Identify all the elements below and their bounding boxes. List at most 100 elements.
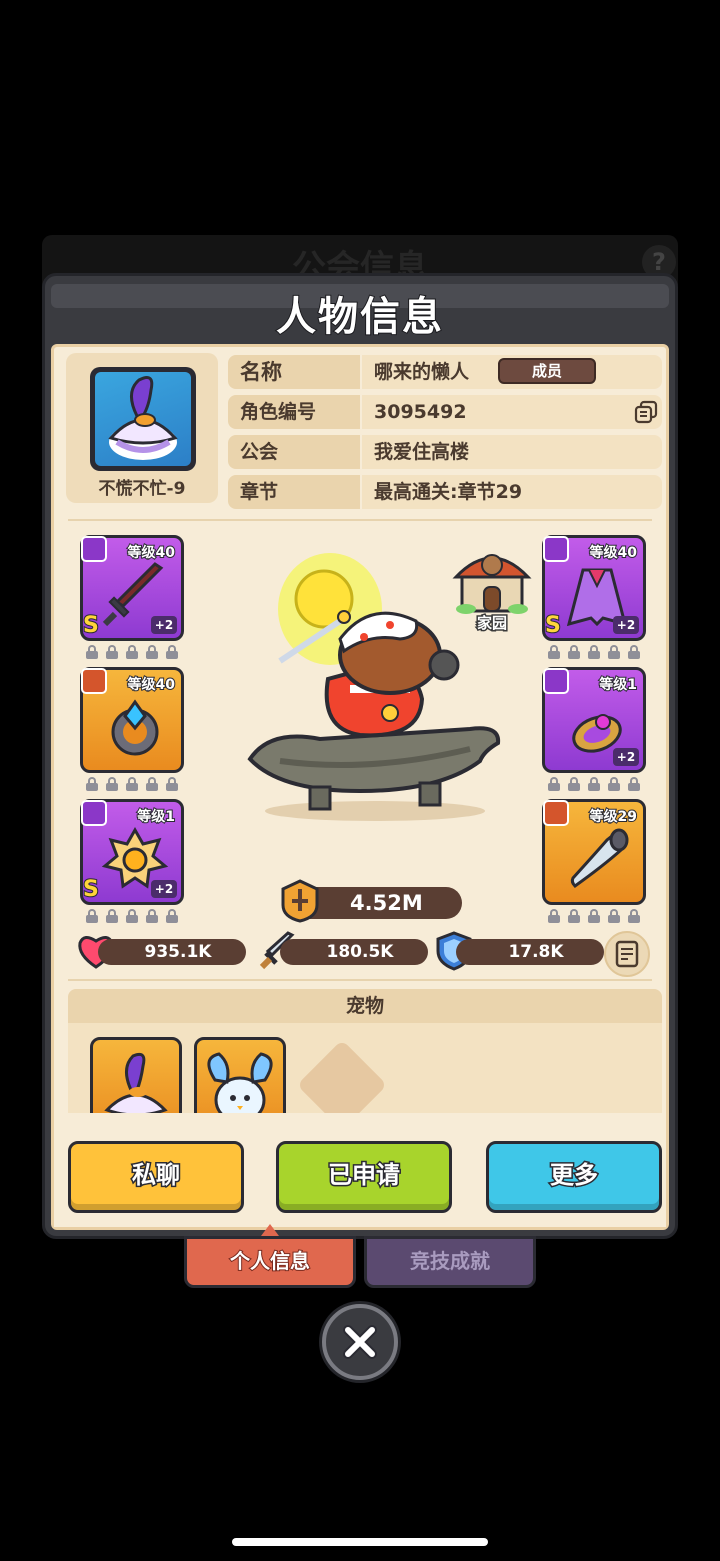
dialog-title: 人物信息 — [275, 293, 444, 341]
equip-horn[interactable]: 等级29 — [542, 799, 646, 905]
more-button[interactable]: 更多 — [486, 1141, 662, 1213]
info-row-name: 名称 哪来的懒人 成员 — [228, 355, 662, 389]
lock-icon — [568, 645, 580, 659]
chapter-label: 章节 — [228, 475, 360, 509]
lock-icon — [166, 777, 178, 791]
id-label: 角色编号 — [228, 395, 360, 429]
equip-level: 等级29 — [589, 808, 639, 826]
attack-value: 180.5K — [280, 939, 428, 965]
lock-icon — [608, 645, 620, 659]
rank-badge: S — [82, 612, 100, 639]
lock-icon — [166, 645, 178, 659]
lock-icon — [628, 645, 640, 659]
lock-icon — [86, 909, 98, 923]
close-icon — [343, 1325, 377, 1359]
sword-slot-icon — [81, 536, 107, 562]
lock-icon — [628, 909, 640, 923]
lock-icon — [548, 777, 560, 791]
horn-slot-icon — [543, 800, 569, 826]
info-row-guild: 公会 我爱住高楼 — [228, 435, 662, 469]
guild-value: 我爱住高楼 — [362, 435, 662, 469]
divider — [68, 519, 652, 521]
profile-info: 名称 哪来的懒人 成员 角色编号 3095492 公会 我爱住高楼 章节 最高通… — [228, 355, 662, 515]
lock-row — [80, 645, 184, 661]
lock-icon — [106, 645, 118, 659]
name-value: 哪来的懒人 成员 — [362, 355, 662, 389]
turban-pet-icon — [104, 1052, 168, 1113]
equip-weapon[interactable]: 等级40 S +2 — [80, 535, 184, 641]
player-name: 哪来的懒人 — [374, 361, 470, 383]
lock-icon — [146, 645, 158, 659]
bird-pet-icon — [207, 1052, 273, 1113]
necklace-slot-icon — [81, 800, 107, 826]
equip-armor[interactable]: 等级40 S +2 — [542, 535, 646, 641]
applied-button[interactable]: 已申请 — [276, 1141, 452, 1213]
dialog-header: 人物信息 — [45, 276, 675, 342]
tab-arena-achievements[interactable]: 竞技成就 — [364, 1236, 536, 1288]
equip-level: 等级40 — [127, 544, 177, 562]
defense-value: 17.8K — [456, 939, 604, 965]
avatar-image — [95, 372, 191, 466]
lock-row — [80, 909, 184, 925]
gem-ring-icon — [111, 699, 159, 756]
lock-icon — [588, 909, 600, 923]
guild-label: 公会 — [228, 435, 360, 469]
lock-icon — [166, 909, 178, 923]
lock-icon — [628, 777, 640, 791]
lock-icon — [146, 909, 158, 923]
lock-icon — [588, 777, 600, 791]
plus-badge: +2 — [613, 748, 639, 766]
dialog-body: 不慌不忙-9 名称 哪来的懒人 成员 角色编号 3095492 公会 我爱住高楼… — [51, 344, 669, 1230]
empty-pet-slot[interactable] — [296, 1039, 388, 1113]
lock-icon — [126, 777, 138, 791]
plus-badge: +2 — [151, 880, 177, 898]
horn-icon — [570, 828, 629, 888]
lock-icon — [126, 645, 138, 659]
lock-icon — [106, 777, 118, 791]
lock-icon — [568, 777, 580, 791]
turban-avatar-icon — [108, 376, 178, 460]
info-row-id: 角色编号 3095492 — [228, 395, 662, 429]
equip-level: 等级1 — [136, 808, 176, 826]
close-button[interactable] — [322, 1304, 398, 1380]
info-row-chapter: 章节 最高通关:章节29 — [228, 475, 662, 509]
avatar — [90, 367, 196, 471]
lock-icon — [126, 909, 138, 923]
rank-badge: S — [82, 876, 100, 903]
home-indicator[interactable] — [232, 1538, 488, 1546]
lock-icon — [86, 645, 98, 659]
pet-section-header: 宠物 — [68, 989, 662, 1023]
lock-icon — [568, 909, 580, 923]
member-badge: 成员 — [498, 358, 596, 384]
equip-level: 等级40 — [127, 676, 177, 694]
pet-list — [68, 1023, 662, 1113]
private-chat-button[interactable]: 私聊 — [68, 1141, 244, 1213]
lock-row — [542, 777, 646, 793]
equip-necklace[interactable]: 等级1 S +2 — [80, 799, 184, 905]
lock-row — [80, 777, 184, 793]
hero-character-icon — [247, 553, 501, 821]
lock-icon — [588, 645, 600, 659]
lock-icon — [548, 645, 560, 659]
copy-icon[interactable] — [634, 400, 658, 424]
document-icon — [615, 940, 639, 968]
player-id: 3095492 — [374, 401, 467, 423]
pet-card[interactable] — [90, 1037, 182, 1113]
lock-icon — [86, 777, 98, 791]
equip-level: 等级40 — [589, 544, 639, 562]
armor-slot-icon — [543, 536, 569, 562]
equip-bracelet[interactable]: 等级1 +2 — [542, 667, 646, 773]
detail-log-button[interactable] — [604, 931, 650, 977]
avatar-card[interactable]: 不慌不忙-9 — [66, 353, 218, 503]
lock-icon — [608, 909, 620, 923]
pet-card[interactable] — [194, 1037, 286, 1113]
combat-power-icon — [281, 879, 319, 923]
chapter-value: 最高通关:章节29 — [362, 475, 662, 509]
tab-personal-info[interactable]: 个人信息 — [184, 1236, 356, 1288]
divider — [68, 979, 652, 981]
avatar-name: 不慌不忙-9 — [98, 479, 186, 499]
action-bar: 私聊 已申请 更多 — [54, 1117, 666, 1227]
equip-ring[interactable]: 等级40 — [80, 667, 184, 773]
id-value: 3095492 — [362, 395, 662, 429]
lock-icon — [608, 777, 620, 791]
